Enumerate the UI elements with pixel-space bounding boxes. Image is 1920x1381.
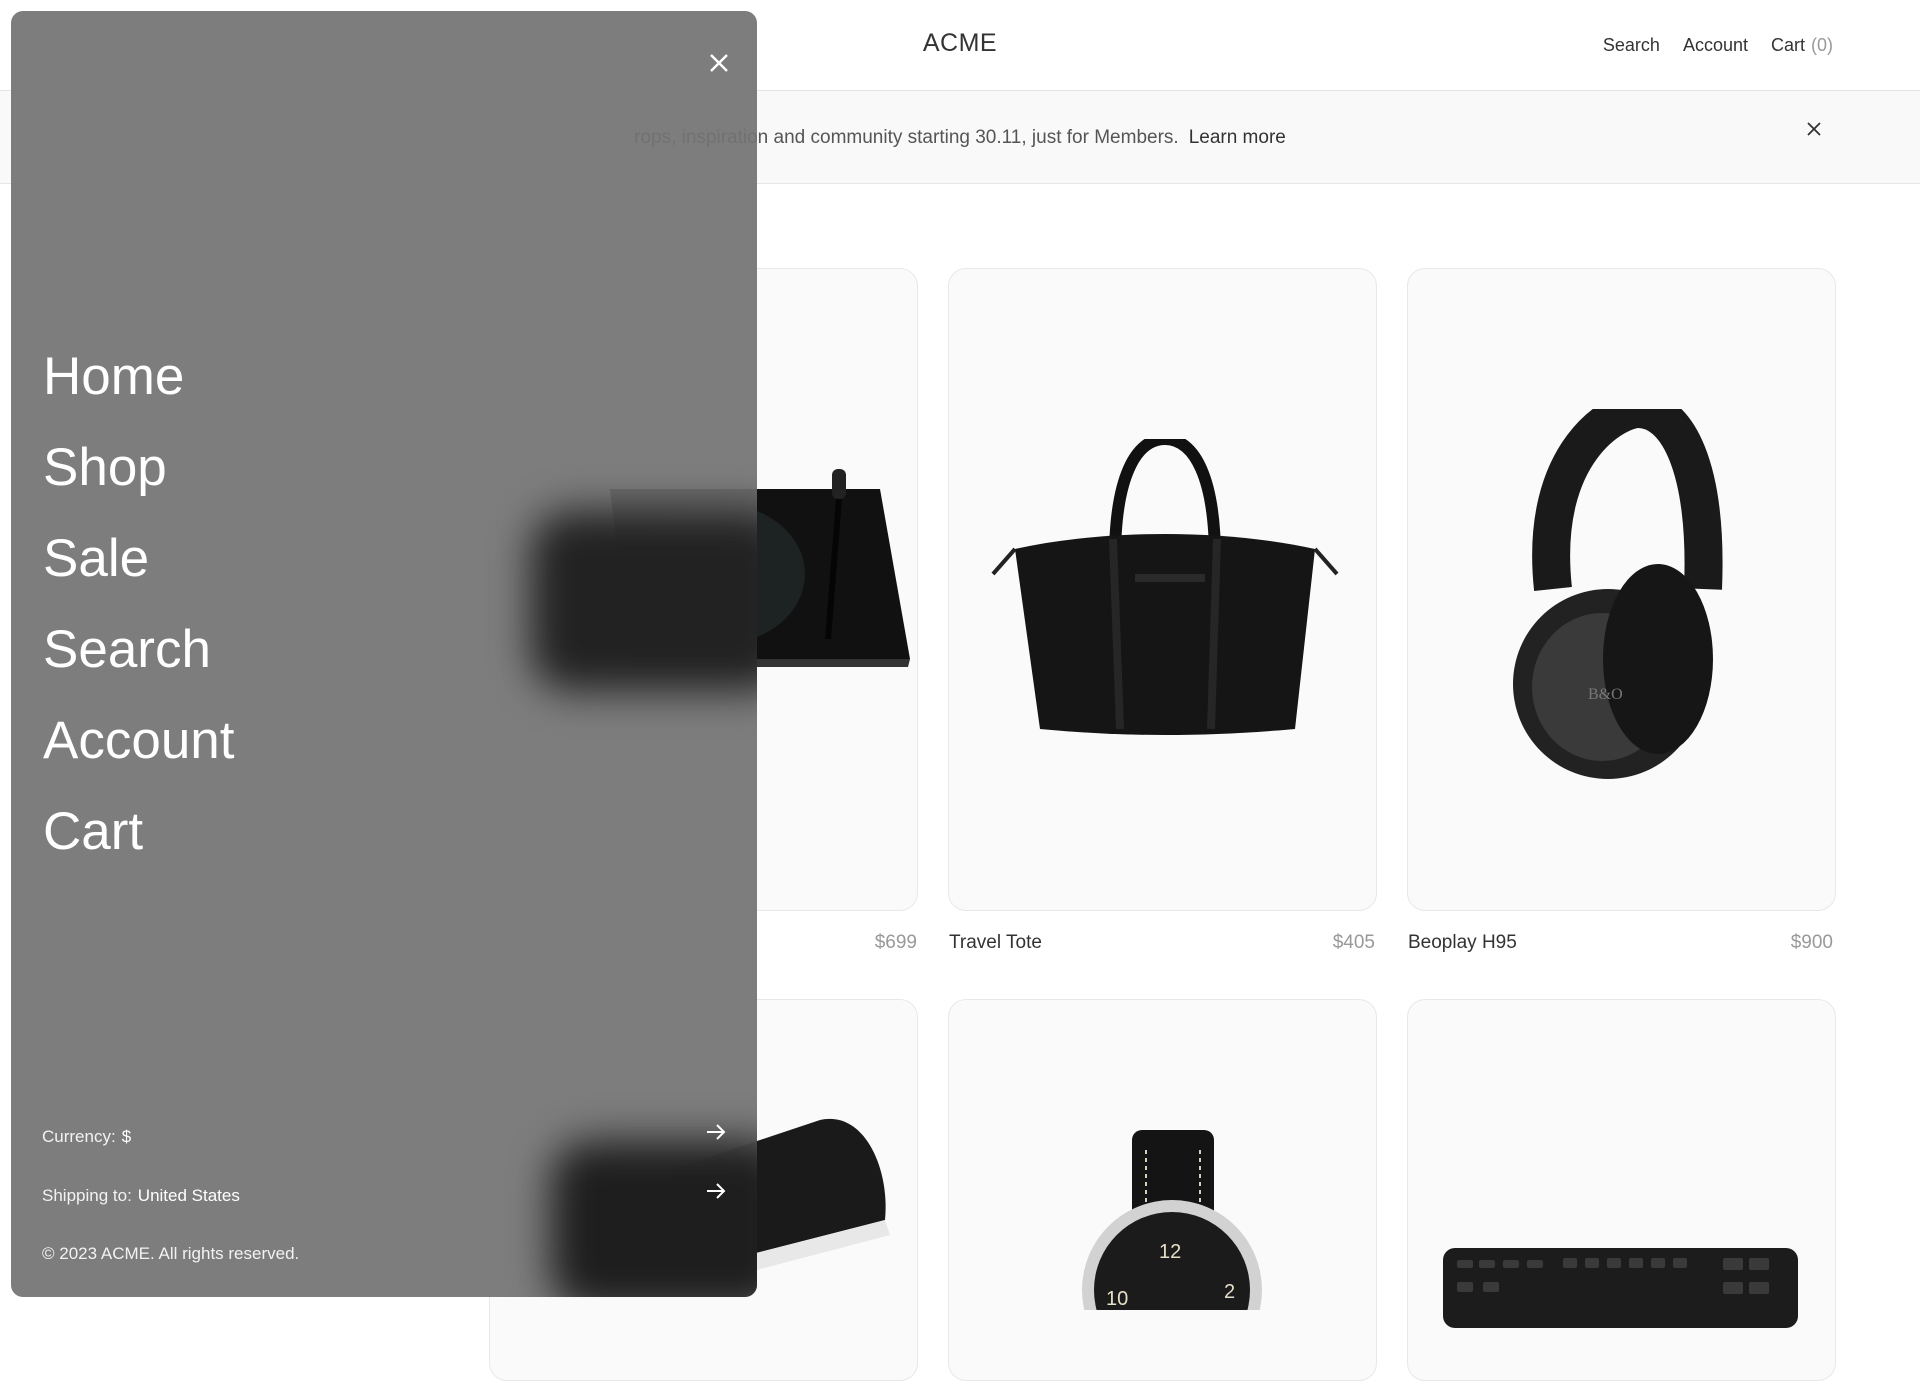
drawer-menu: Home Shop Sale Search Account Cart [43, 331, 235, 877]
arrow-right-icon[interactable] [705, 1122, 727, 1142]
currency-value: $ [121, 1127, 132, 1146]
tote-bag-image [991, 439, 1339, 735]
menu-item-cart[interactable]: Cart [43, 786, 235, 877]
copyright: © 2023 ACME. All rights reserved. [42, 1244, 300, 1263]
keyboard-image [1443, 1248, 1798, 1328]
currency-label: Currency: [42, 1127, 116, 1146]
banner-close-icon[interactable] [1803, 118, 1825, 140]
product-card-watch[interactable]: 12 10 2 [948, 999, 1377, 1381]
svg-text:B&O: B&O [1588, 686, 1623, 703]
menu-item-home[interactable]: Home [43, 331, 235, 422]
navigation-drawer: Home Shop Sale Search Account Cart Curre… [11, 11, 757, 1297]
wristwatch-image: 12 10 2 [1082, 1130, 1262, 1310]
product-card-travel-tote[interactable] [948, 268, 1377, 911]
svg-text:12: 12 [1159, 1241, 1181, 1263]
product-name[interactable]: Travel Tote [949, 932, 1042, 954]
close-icon[interactable] [701, 45, 737, 81]
shipping-value: United States [137, 1186, 240, 1205]
shipping-label: Shipping to: [42, 1186, 132, 1205]
currency-selector[interactable]: Currency: $ [42, 1127, 131, 1147]
menu-item-search[interactable]: Search [43, 604, 235, 695]
cart-label: Cart [1770, 35, 1805, 55]
menu-item-sale[interactable]: Sale [43, 513, 235, 604]
product-card-beoplay-h95[interactable]: B&O [1407, 268, 1836, 911]
product-price: $699 [874, 932, 917, 953]
header-account-link[interactable]: Account [1683, 35, 1748, 56]
product-price: $405 [1332, 932, 1375, 953]
product-card-keyboard[interactable] [1407, 999, 1836, 1381]
svg-text:2: 2 [1224, 1281, 1235, 1303]
arrow-right-icon[interactable] [705, 1181, 727, 1201]
headphones-image: B&O [1513, 409, 1723, 779]
product-price: $900 [1790, 932, 1833, 953]
blurred-background [531, 511, 757, 691]
svg-text:10: 10 [1106, 1288, 1128, 1310]
menu-item-account[interactable]: Account [43, 695, 235, 786]
banner-learn-more-link[interactable]: Learn more [1189, 127, 1286, 148]
menu-item-shop[interactable]: Shop [43, 422, 235, 513]
cart-count: (0) [1811, 35, 1833, 55]
header-search-link[interactable]: Search [1603, 35, 1660, 56]
blurred-background [551, 1141, 757, 1297]
header-cart-link[interactable]: Cart (0) [1771, 35, 1833, 56]
header-nav: Search Account Cart (0) [1603, 35, 1833, 56]
product-name[interactable]: Beoplay H95 [1408, 932, 1517, 954]
shipping-selector[interactable]: Shipping to: United States [42, 1186, 240, 1206]
